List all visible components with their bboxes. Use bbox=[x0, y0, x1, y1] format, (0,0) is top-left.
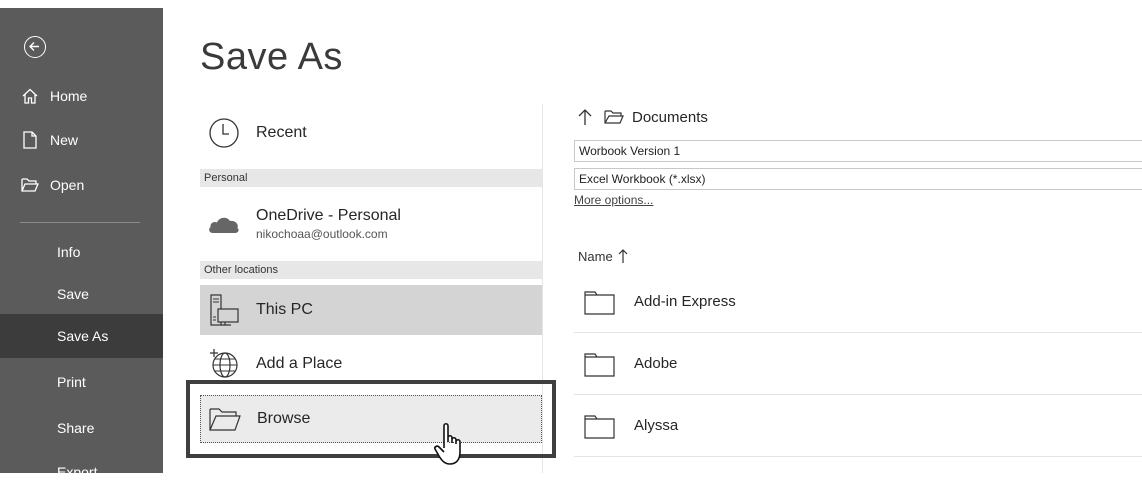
nav-info-label: Info bbox=[57, 244, 81, 260]
nav-save-as-label: Save As bbox=[57, 328, 109, 344]
nav-export-label: Export bbox=[57, 464, 98, 480]
cloud-icon bbox=[204, 213, 244, 235]
location-recent-label: Recent bbox=[256, 124, 307, 141]
nav-home-label: Home bbox=[50, 88, 88, 104]
folder-name: Add-in Express bbox=[634, 293, 736, 310]
this-pc-label: This PC bbox=[256, 301, 313, 318]
path-label[interactable]: Documents bbox=[632, 109, 708, 126]
name-column-header[interactable]: Name bbox=[578, 248, 628, 264]
nav-save[interactable]: Save bbox=[0, 272, 163, 316]
sort-up-icon bbox=[618, 248, 628, 264]
open-folder-icon bbox=[20, 177, 40, 193]
nav-new[interactable]: New bbox=[0, 118, 163, 162]
more-options-link[interactable]: More options... bbox=[574, 193, 653, 207]
add-place-label: Add a Place bbox=[256, 355, 343, 372]
folder-icon bbox=[584, 289, 616, 315]
nav-open-label: Open bbox=[50, 177, 85, 193]
top-strip bbox=[0, 0, 1142, 8]
nav-print-label: Print bbox=[57, 374, 86, 390]
folder-icon bbox=[584, 413, 616, 439]
hand-cursor-icon bbox=[432, 418, 482, 475]
folder-name: Adobe bbox=[634, 355, 678, 372]
file-name-input[interactable]: Worbook Version 1 bbox=[574, 140, 1142, 162]
nav-share-label: Share bbox=[57, 420, 95, 436]
nav-print[interactable]: Print bbox=[0, 360, 163, 404]
location-onedrive[interactable]: OneDrive - Personal nikochoaa@outlook.co… bbox=[200, 198, 542, 250]
breadcrumb: Documents bbox=[578, 108, 708, 126]
nav-info[interactable]: Info bbox=[0, 230, 163, 274]
folder-row[interactable]: Add-in Express bbox=[574, 271, 1142, 333]
nav-save-label: Save bbox=[57, 286, 89, 302]
computer-icon bbox=[204, 293, 244, 327]
onedrive-email: nikochoaa@outlook.com bbox=[256, 227, 388, 241]
nav-home[interactable]: Home bbox=[0, 74, 163, 118]
new-document-icon bbox=[20, 131, 40, 149]
folder-icon bbox=[584, 351, 616, 377]
back-arrow-icon[interactable] bbox=[24, 36, 46, 58]
globe-plus-icon bbox=[204, 347, 244, 381]
backstage-sidebar: Home New Open Info Save Save As Print Sh… bbox=[0, 8, 163, 480]
clock-icon bbox=[204, 117, 244, 149]
home-icon bbox=[20, 87, 40, 105]
nav-share[interactable]: Share bbox=[0, 406, 163, 450]
folder-path-icon bbox=[604, 109, 624, 125]
up-arrow-icon[interactable] bbox=[578, 108, 592, 126]
section-other-locations: Other locations bbox=[200, 261, 542, 279]
page-title: Save As bbox=[200, 36, 343, 78]
folder-row[interactable]: Alyssa bbox=[574, 395, 1142, 457]
name-header-label: Name bbox=[578, 248, 613, 264]
browse-highlight bbox=[186, 380, 556, 458]
nav-save-as[interactable]: Save As bbox=[0, 314, 163, 358]
section-personal: Personal bbox=[200, 169, 542, 187]
sidebar-divider bbox=[20, 222, 140, 223]
file-type-select[interactable]: Excel Workbook (*.xlsx) bbox=[574, 168, 1142, 190]
folder-row[interactable]: Adobe bbox=[574, 333, 1142, 395]
location-recent[interactable]: Recent bbox=[200, 110, 542, 156]
onedrive-label: OneDrive - Personal bbox=[256, 207, 401, 224]
nav-new-label: New bbox=[50, 132, 79, 148]
nav-export[interactable]: Export bbox=[0, 450, 163, 494]
nav-open[interactable]: Open bbox=[0, 163, 163, 207]
location-this-pc[interactable]: This PC bbox=[200, 285, 542, 335]
folder-name: Alyssa bbox=[634, 417, 679, 434]
